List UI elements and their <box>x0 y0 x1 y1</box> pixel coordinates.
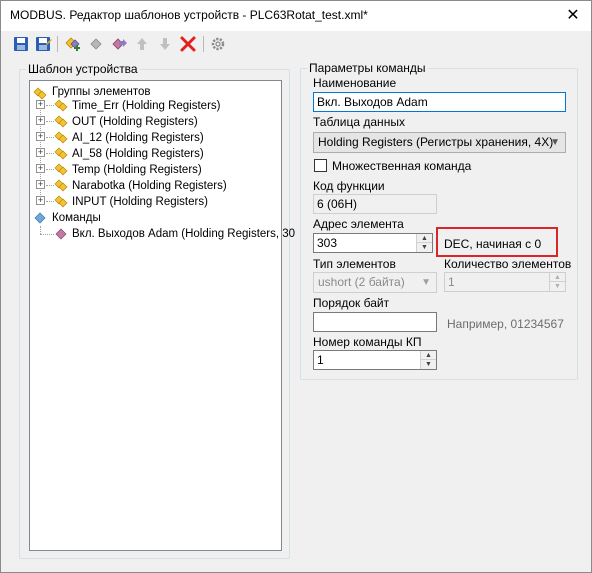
tree-group-item[interactable]: Time_Err (Holding Registers) <box>72 98 220 114</box>
spin-down-icon: ▼ <box>550 282 565 291</box>
spin-down-icon[interactable]: ▼ <box>417 243 432 252</box>
save-as-icon[interactable] <box>34 35 52 53</box>
address-spinner-buttons: ▲ ▼ <box>416 234 432 252</box>
data-table-value: Holding Registers (Регистры хранения, 4X… <box>318 135 554 149</box>
spin-down-icon[interactable]: ▼ <box>421 360 436 369</box>
element-type-label: Тип элементов <box>313 257 396 271</box>
tree-line <box>46 185 54 186</box>
tree-group-item[interactable]: AI_12 (Holding Registers) <box>72 130 204 146</box>
expand-icon[interactable]: + <box>36 180 45 189</box>
toolbar-separator <box>57 36 58 52</box>
spin-up-icon[interactable]: ▲ <box>421 351 436 360</box>
group-icon <box>54 130 68 144</box>
tree-group-item[interactable]: INPUT (Holding Registers) <box>72 194 208 210</box>
expand-icon[interactable]: + <box>36 196 45 205</box>
group-icon <box>54 194 68 208</box>
element-type-value: ushort (2 байта) <box>318 275 405 289</box>
byte-order-hint: Например, 01234567 <box>447 317 564 331</box>
toolbar <box>1 31 591 57</box>
groups-folder-icon <box>33 86 47 100</box>
expand-icon[interactable]: + <box>36 132 45 141</box>
delete-icon[interactable] <box>179 35 197 53</box>
tree-line <box>40 226 41 234</box>
func-code-field: 6 (06H) <box>313 194 437 214</box>
group-icon <box>54 178 68 192</box>
kp-number-value: 1 <box>317 353 324 367</box>
add-command-icon[interactable] <box>110 35 128 53</box>
kp-number-spinner[interactable]: 1 ▲ ▼ <box>313 350 437 370</box>
expand-icon[interactable]: + <box>36 116 45 125</box>
save-icon[interactable] <box>12 35 30 53</box>
close-icon[interactable]: ✕ <box>561 4 585 28</box>
tree-group-item[interactable]: AI_58 (Holding Registers) <box>72 146 204 162</box>
tree-line <box>46 105 54 106</box>
data-table-label: Таблица данных <box>313 115 405 129</box>
func-code-label: Код функции <box>313 179 385 193</box>
element-count-spinner-buttons: ▲ ▼ <box>549 273 565 291</box>
window-title: MODBUS. Редактор шаблонов устройств - PL… <box>10 8 368 22</box>
title-bar[interactable]: MODBUS. Редактор шаблонов устройств - PL… <box>1 1 591 31</box>
chevron-down-icon: ▼ <box>421 277 431 288</box>
name-label: Наименование <box>313 76 397 90</box>
template-tree[interactable]: Группы элементов + Time_Err (Holding Reg… <box>29 80 295 551</box>
tree-line <box>46 201 54 202</box>
group-icon <box>54 146 68 160</box>
element-type-select: ushort (2 байта) ▼ <box>313 272 437 293</box>
element-count-label: Количество элементов <box>444 257 572 271</box>
chevron-down-icon: ▼ <box>550 137 560 148</box>
group-icon <box>54 98 68 112</box>
group-icon <box>54 162 68 176</box>
address-label: Адрес элемента <box>313 217 404 231</box>
multiple-command-checkbox[interactable] <box>314 159 327 172</box>
expand-icon[interactable]: + <box>36 164 45 173</box>
move-up-icon[interactable] <box>133 35 151 53</box>
template-group-title: Шаблон устройства <box>26 62 140 76</box>
add-element-icon[interactable] <box>63 35 81 53</box>
command-icon <box>54 227 68 241</box>
byte-order-label: Порядок байт <box>313 296 390 310</box>
tree-line <box>46 121 54 122</box>
element-count-value: 1 <box>448 275 455 289</box>
tree-command-item[interactable]: Вкл. Выходов Adam (Holding Registers, 30 <box>72 226 295 242</box>
expand-icon[interactable]: + <box>36 100 45 109</box>
expand-icon[interactable]: + <box>36 148 45 157</box>
kp-number-label: Номер команды КП <box>313 335 422 349</box>
settings-icon[interactable] <box>209 35 227 53</box>
spin-up-icon[interactable]: ▲ <box>417 234 432 243</box>
tree-commands-root[interactable]: Команды <box>52 210 101 226</box>
commands-folder-icon <box>33 211 47 225</box>
tree-group-item[interactable]: Narabotka (Holding Registers) <box>72 178 227 194</box>
editor-window: MODBUS. Редактор шаблонов устройств - PL… <box>0 0 592 573</box>
address-value: 303 <box>317 236 338 250</box>
name-field[interactable]: Вкл. Выходов Adam <box>313 92 566 112</box>
move-down-icon[interactable] <box>156 35 174 53</box>
element-count-spinner: 1 ▲ ▼ <box>444 272 566 292</box>
tree-line <box>46 169 54 170</box>
group-icon <box>54 114 68 128</box>
toolbar-separator <box>203 36 204 52</box>
data-table-select[interactable]: Holding Registers (Регистры хранения, 4X… <box>313 132 566 153</box>
byte-order-field[interactable] <box>313 312 437 332</box>
tree-line <box>46 137 54 138</box>
command-params-title: Параметры команды <box>307 61 428 75</box>
spin-up-icon: ▲ <box>550 273 565 282</box>
tree-group-item[interactable]: OUT (Holding Registers) <box>72 114 198 130</box>
address-spinner[interactable]: 303 ▲ ▼ <box>313 233 433 253</box>
tree-line <box>40 234 54 235</box>
multiple-command-label: Множественная команда <box>332 159 472 173</box>
tree-line <box>46 153 54 154</box>
tree-group-item[interactable]: Temp (Holding Registers) <box>72 162 202 178</box>
kp-number-spinner-buttons: ▲ ▼ <box>420 351 436 369</box>
highlight-annotation <box>436 227 558 257</box>
add-group-icon[interactable] <box>87 35 105 53</box>
